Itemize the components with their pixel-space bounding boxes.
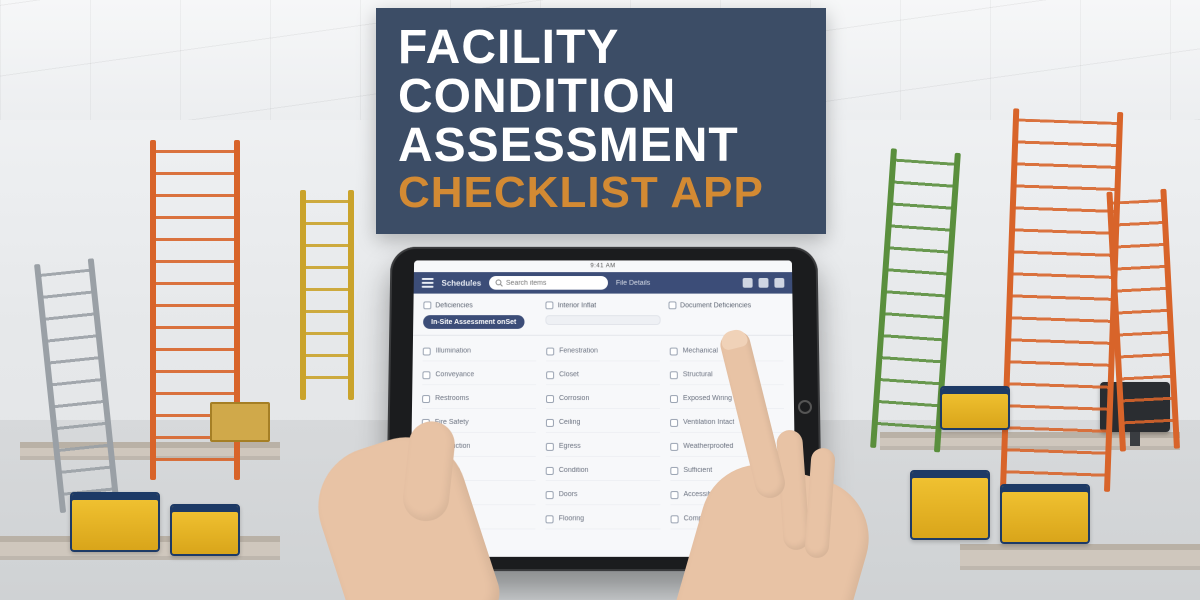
checklist-item-label: Illumination [436,348,471,355]
checkbox-icon[interactable] [422,395,430,403]
checklist-item-label: Corrosion [559,395,589,402]
text-input-placeholder[interactable] [546,315,661,325]
checklist-item-label: Weatherproofed [683,443,733,450]
filter-label: Document Deficiencies [680,302,751,309]
checkbox-icon[interactable] [546,371,554,379]
filter-option[interactable]: Deficiencies [423,301,538,309]
checklist-item[interactable]: Doors [546,485,661,505]
desk-foreground [960,544,1200,570]
checklist-item-label: Mechanical [683,348,718,355]
checklist-item[interactable]: Fenestration [546,342,660,362]
header-action-icon[interactable] [758,278,768,288]
checklist-item[interactable]: Egress [546,437,660,457]
checklist-item[interactable]: Condition [546,461,661,481]
checklist-item-label: Egress [559,443,581,450]
checklist-item-label: Ceiling [559,419,580,426]
toolbox [940,386,1010,430]
banner-line-2: CONDITION [398,73,804,122]
filter-label: Deficiencies [435,302,473,309]
status-time: 9:41 AM [590,263,615,269]
banner-line-1: FACILITY [398,24,804,73]
checkbox-icon[interactable] [670,395,678,403]
checkbox-icon[interactable] [545,515,553,523]
status-bar: 9:41 AM [414,260,792,272]
crate [210,402,270,442]
checklist-item-label: Exposed Wiring [683,395,732,402]
banner-line-3: ASSESSMENT [398,122,804,171]
menu-icon[interactable] [422,278,434,288]
checklist-item[interactable]: Exposed Wiring [670,389,784,409]
app-header: Schedules File Details [414,272,793,293]
app-title: Schedules [441,278,481,287]
checkbox-icon[interactable] [670,491,678,499]
checkbox-icon[interactable] [668,301,676,309]
filter-label: Interior Inflat [558,302,597,309]
checkbox-icon[interactable] [546,442,554,450]
checkbox-icon[interactable] [546,347,554,355]
banner-line-4: CHECKLIST APP [398,171,804,216]
checklist-item[interactable]: Flooring [545,509,660,529]
checklist-item-label: Flooring [559,515,585,522]
checklist-item-label: Fenestration [559,348,598,355]
checkbox-icon[interactable] [546,491,554,499]
search-field[interactable] [506,279,602,286]
checklist-item-label: Condition [559,467,589,474]
primary-pill-button[interactable]: In-Site Assessment onSet [423,315,524,329]
checkbox-icon[interactable] [546,395,554,403]
toolbox [70,492,160,552]
checklist-item-label: Restrooms [435,395,469,402]
checklist-item[interactable]: Conveyance [422,365,536,385]
checklist-item[interactable]: Closet [546,365,660,385]
header-actions [743,278,785,288]
checkbox-icon[interactable] [670,347,678,355]
header-action-icon[interactable] [774,278,784,288]
checkbox-icon[interactable] [670,466,678,474]
checkbox-icon[interactable] [546,301,554,309]
checkbox-icon[interactable] [423,301,431,309]
promo-scene: FACILITY CONDITION ASSESSMENT CHECKLIST … [0,0,1200,600]
checklist-item-label: Structural [683,371,713,378]
checklist-item[interactable]: Illumination [423,342,537,362]
checklist-item-label: Sufficient [683,467,712,474]
checklist-item[interactable]: Ceiling [546,413,660,433]
checklist-item-label: Ventilation Intact [683,419,734,426]
checklist-item-label: Conveyance [435,371,474,378]
checkbox-icon[interactable] [670,371,678,379]
ladder-icon [1106,189,1180,452]
checkbox-icon[interactable] [671,515,679,523]
checkbox-icon[interactable] [546,418,554,426]
checkbox-icon[interactable] [546,466,554,474]
search-input[interactable] [489,276,608,290]
checkbox-icon[interactable] [670,418,678,426]
filter-option[interactable]: Document Deficiencies [668,301,783,309]
header-action-icon[interactable] [743,278,753,288]
title-banner: FACILITY CONDITION ASSESSMENT CHECKLIST … [376,8,826,234]
ladder-icon [300,190,354,400]
checklist-item[interactable]: Corrosion [546,389,660,409]
filter-option[interactable]: Interior Inflat [546,301,660,309]
checklist-item-label: Closet [559,371,579,378]
checklist-item-label: Doors [559,491,578,498]
toolbox [170,504,240,556]
checkbox-icon[interactable] [423,347,431,355]
checkbox-icon[interactable] [670,442,678,450]
search-icon [495,279,503,287]
checkbox-icon[interactable] [422,371,430,379]
checklist-item[interactable]: Restrooms [422,389,536,409]
home-button[interactable] [798,400,812,414]
toolbox [910,470,990,540]
ladder-icon [1000,108,1123,492]
header-link[interactable]: File Details [616,279,650,286]
toolbox [1000,484,1090,544]
